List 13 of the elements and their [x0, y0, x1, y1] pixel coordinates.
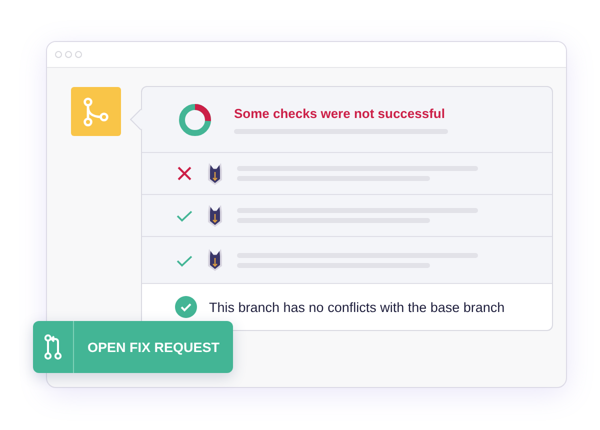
- merge-status-text: This branch has no conflicts with the base branch: [209, 300, 505, 314]
- status-title: Some checks were not successful: [234, 106, 446, 120]
- window-dot-icon: [65, 51, 72, 58]
- mascot-icon: [207, 204, 223, 226]
- pull-request-icon: [44, 334, 62, 360]
- window-dot-icon: [55, 51, 62, 58]
- success-icon: [175, 296, 197, 318]
- mascot-icon: [207, 162, 223, 184]
- branch-icon: [71, 87, 121, 136]
- mascot-icon: [207, 249, 223, 271]
- donut-icon: [178, 102, 212, 136]
- open-fix-request-button[interactable]: OPEN FIX REQUEST: [33, 321, 233, 373]
- window-dot-icon: [75, 51, 82, 58]
